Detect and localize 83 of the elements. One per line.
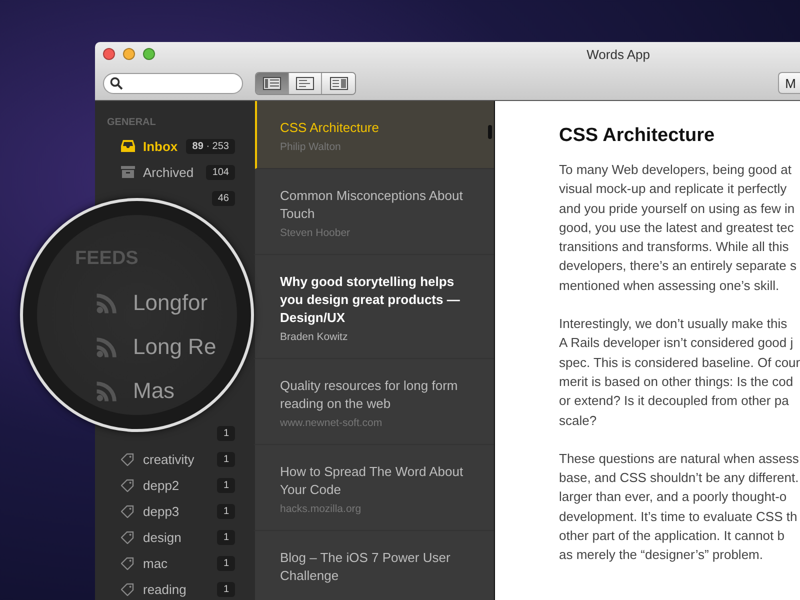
body-text-line: To many Web developers, being good at [559,161,792,179]
tag-item[interactable]: mac 1 [95,550,255,576]
tag-icon [121,582,134,596]
inbox-tray-icon [121,140,135,152]
columns-view-icon [330,76,348,90]
search-icon [110,76,123,90]
preview-view-icon [296,76,314,90]
feed-name: Mas [133,378,175,404]
section-heading: GENERAL [106,117,157,130]
body-text-line: transitions and transforms. While all this [559,238,790,256]
count-badge: 104 [206,164,235,180]
body-text-line: visual mock-up and replicate it perfectly [559,180,788,198]
count-badge: 89 · 253 [186,138,235,154]
rss-feed-icon [95,292,119,314]
close-button[interactable] [103,48,115,60]
article-title: CSS Architecture [280,119,380,137]
feed-name: Long Re [133,334,216,360]
search-field[interactable] [103,72,243,94]
article-source: Philip Walton [280,141,342,153]
count-badge: 1 [217,530,235,544]
tag-item[interactable]: creativity 1 [95,446,255,472]
rss-feed-icon [95,380,119,402]
body-text-line: development. It’s time to evaluate CSS th [559,508,798,526]
tag-icon [121,556,134,570]
article-title: Quality resources for long form reading on the web [280,377,459,413]
tag-icon [121,478,134,492]
body-text-line: other part of the application. It cannot b [559,527,786,546]
tag-item[interactable]: depp2 1 [95,472,255,498]
count-badge: 1 [217,478,235,492]
window-title: Words App [586,46,651,62]
article-item[interactable]: CSS Architecture Philip Walton [255,101,494,169]
article-source: hacks.mozilla.org [280,503,362,515]
view-mode-button[interactable] [322,72,355,94]
body-text-line: spec. This is considered baseline. Of cour [559,354,800,372]
view-mode-button[interactable] [256,72,289,94]
sidebar-item[interactable]: Inbox 89 · 253 [95,133,255,159]
view-mode-button[interactable] [289,72,322,94]
zoom-button[interactable] [143,48,155,60]
body-text-line: These questions are natural when assess [559,450,800,468]
feed-name: Longfor [133,290,208,316]
count-badge: 1 [217,426,235,440]
toolbar-button[interactable]: M [778,72,800,94]
article-source: Braden Kowitz [280,331,349,343]
article-source: Steven Hoober [280,227,352,239]
article-title: Common Misconceptions About Touch [280,187,464,223]
minimize-button[interactable] [123,48,135,60]
body-text-line: base, and CSS shouldn’t be any different. [559,469,800,488]
archive-box-icon [121,166,135,178]
body-text-line: as merely the “designer’s” problem. [559,546,764,564]
count-badge: 1 [217,582,235,596]
body-text-line: larger than ever, and a poorly thought-o [559,488,788,506]
count-badge: 1 [217,452,235,466]
count-badge: 1 [217,556,235,570]
article-title: Blog – The iOS 7 Power User Challenge [280,549,452,585]
body-text-line: Interestingly, we don’t usually make this [559,315,788,334]
body-text-line: scale? [559,412,598,430]
list-view-icon [263,76,281,90]
body-text-line: or extend? Is it decoupled from other pa [559,392,790,410]
article-item[interactable]: Common Misconceptions About Touch Steven Hoober [253,169,494,255]
sidebar-item[interactable]: Archived 104 [95,159,255,185]
article-item[interactable]: Blog – The iOS 7 Power User Challenge [253,531,494,600]
body-text-line: A Rails developer isn’t considered good j [559,334,794,352]
body-text-line: and you pride yourself on using as few in [559,200,796,218]
body-text-line: developers, there’s an entirely separate s [559,257,798,276]
count-badge: 46 [212,190,235,206]
tag-icon [121,530,134,544]
body-text-line: good, you use the latest and greatest tec [559,218,795,237]
article-item[interactable]: Quality resources for long form reading on the web www.newnet-soft.com [253,359,494,445]
article-title: How to Spread The Word About Your Code [280,463,464,499]
tag-item[interactable]: design 1 [95,524,255,550]
body-text-line: mentioned when assessing one’s skill. [559,276,780,295]
article-title: Why good storytelling helps you design great products — Design/UX [280,273,461,327]
tag-icon [121,504,134,518]
article-heading: CSS Architecture [559,125,716,147]
tag-item[interactable]: reading 1 [95,576,255,600]
scrollbar-thumb[interactable] [488,125,492,139]
body-text-line: merit is based on other things: Is the cod [559,372,794,391]
article-source: www.newnet-soft.com [280,417,384,429]
article-item[interactable]: How to Spread The Word About Your Code hacks.mozilla.org [253,445,494,531]
tag-item[interactable]: depp3 1 [95,498,255,524]
tag-icon [121,452,134,466]
rss-feed-icon [95,336,119,358]
count-badge: 1 [217,504,235,518]
